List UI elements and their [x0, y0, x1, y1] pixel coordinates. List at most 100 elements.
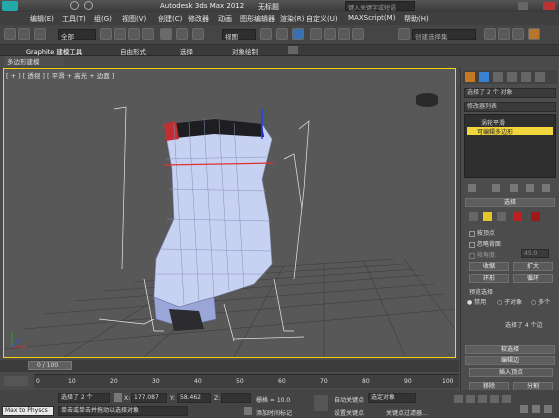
stack-item-turbosmooth[interactable]: 涡轮平滑	[467, 118, 553, 127]
app-logo-icon[interactable]	[2, 1, 18, 11]
undo-button[interactable]	[4, 28, 16, 40]
close-button[interactable]	[543, 2, 555, 10]
tab-graphite-modeling[interactable]: Graphite 建模工具	[26, 46, 82, 56]
prev-frame-icon[interactable]	[466, 395, 475, 403]
next-frame-icon[interactable]	[490, 395, 499, 403]
configure-sets-icon[interactable]	[542, 184, 550, 192]
subtab-polygon-modeling[interactable]: 多边形建模	[4, 56, 64, 66]
tab-object-paint[interactable]: 对象绘制	[232, 46, 258, 56]
menu-rendering[interactable]: 渲染(R)	[280, 14, 304, 24]
key-icon[interactable]	[314, 395, 328, 411]
add-time-tag-label[interactable]: 添加时间标记	[256, 408, 292, 417]
menu-edit[interactable]: 编辑(E)	[30, 14, 54, 24]
menu-view[interactable]: 视图(V)	[122, 14, 146, 24]
layer-manager-icon[interactable]	[512, 28, 524, 40]
menu-modifiers[interactable]: 修改器	[188, 14, 209, 24]
modifier-list-dropdown[interactable]: 修改器列表	[464, 102, 556, 112]
selection-info[interactable]: 选择了 2 个 对象	[464, 88, 556, 98]
shrink-button[interactable]: 收缩	[469, 262, 509, 271]
menu-customize[interactable]: 自定义(U)	[306, 14, 338, 24]
tab-selection[interactable]: 选择	[180, 46, 193, 56]
x-coordinate-field[interactable]: 177.087	[131, 393, 167, 403]
viewport-label[interactable]: [ + ] [ 透视 ] [ 平滑 + 高光 + 边面 ]	[6, 70, 114, 80]
polygon-icon[interactable]	[513, 212, 522, 221]
radio-multi[interactable]: ○ 多个	[531, 297, 550, 306]
radio-subobject[interactable]: ○ 子对象	[497, 297, 522, 306]
search-input[interactable]: 键入关键字或短语	[345, 1, 415, 12]
display-tab-icon[interactable]	[521, 72, 531, 82]
play-icon[interactable]	[478, 395, 487, 403]
by-angle-checkbox[interactable]: 按角度:	[469, 250, 497, 259]
pivot-center-icon[interactable]	[260, 28, 272, 40]
modifier-stack[interactable]: 涡轮平滑 可编辑多边形	[464, 114, 556, 178]
render-icon[interactable]	[528, 28, 540, 40]
menu-maxscript[interactable]: MAXScript(M)	[348, 14, 395, 22]
insert-vertex-button[interactable]: 插入顶点	[469, 368, 553, 377]
maxscript-listener[interactable]: Max to Physcs	[2, 406, 54, 416]
select-object-icon[interactable]	[100, 28, 112, 40]
select-manipulate-icon[interactable]	[276, 28, 288, 40]
selection-rollout-header[interactable]: 选择	[465, 198, 555, 207]
reference-coord-dropdown[interactable]: 视图	[222, 29, 256, 41]
time-slider-thumb[interactable]: 0 / 100	[28, 361, 72, 370]
mini-curve-editor-icon[interactable]	[4, 376, 28, 386]
snaps-toggle-icon[interactable]	[310, 28, 322, 40]
key-filters-button[interactable]: 关键点过滤器...	[386, 408, 428, 417]
motion-tab-icon[interactable]	[507, 72, 517, 82]
goto-end-icon[interactable]	[502, 395, 511, 403]
remove-modifier-icon[interactable]	[526, 184, 534, 192]
rectangle-selection-icon[interactable]	[128, 28, 140, 40]
pan-icon[interactable]	[532, 405, 540, 413]
rotate-icon[interactable]	[176, 28, 188, 40]
hierarchy-tab-icon[interactable]	[493, 72, 503, 82]
link-icon[interactable]	[34, 28, 46, 40]
tab-freeform[interactable]: 自由形式	[120, 46, 146, 56]
grow-button[interactable]: 扩大	[513, 262, 553, 271]
menu-help[interactable]: 帮助(H)	[404, 14, 429, 24]
show-end-result-icon[interactable]	[492, 184, 500, 192]
edit-named-selection-icon[interactable]	[398, 28, 410, 40]
goto-start-icon[interactable]	[454, 395, 463, 403]
select-by-name-icon[interactable]	[114, 28, 126, 40]
menu-animation[interactable]: 动画	[218, 14, 232, 24]
utilities-tab-icon[interactable]	[535, 72, 545, 82]
named-selection-input[interactable]: 创建选择集	[412, 29, 476, 41]
add-time-tag-icon[interactable]	[244, 407, 252, 415]
zoom-icon[interactable]	[520, 405, 528, 413]
ring-button[interactable]: 环形	[469, 274, 509, 283]
edit-edges-rollout[interactable]: 编辑边	[465, 356, 555, 365]
keyboard-shortcut-icon[interactable]	[292, 28, 304, 40]
stack-item-editable-poly[interactable]: 可编辑多边形	[467, 127, 553, 136]
redo-icon[interactable]	[84, 1, 93, 10]
loop-button[interactable]: 循环	[513, 274, 553, 283]
menu-graph-editors[interactable]: 图形编辑器	[240, 14, 275, 24]
percent-snap-icon[interactable]	[338, 28, 350, 40]
minimize-button[interactable]	[518, 2, 528, 10]
lock-selection-icon[interactable]	[114, 393, 122, 402]
scale-icon[interactable]	[192, 28, 204, 40]
angle-snap-icon[interactable]	[324, 28, 336, 40]
make-unique-icon[interactable]	[510, 184, 518, 192]
by-vertex-checkbox[interactable]: 按顶点	[469, 228, 495, 237]
radio-disabled[interactable]: ● 禁用	[467, 297, 486, 306]
auto-key-button[interactable]: 自动关键点	[334, 395, 364, 404]
menu-create[interactable]: 创建(C)	[158, 14, 182, 24]
selection-filter-dropdown[interactable]: 全部	[58, 29, 96, 41]
create-tab-icon[interactable]	[465, 72, 475, 82]
angle-spinner[interactable]: 45.0	[521, 249, 549, 258]
mirror-icon[interactable]	[484, 28, 496, 40]
modify-tab-icon[interactable]	[479, 72, 489, 82]
selected-object-dropdown[interactable]: 选定对象	[368, 393, 416, 403]
ignore-backfacing-checkbox[interactable]: 忽略背面	[469, 239, 501, 248]
redo-button[interactable]	[18, 28, 30, 40]
ribbon-options-icon[interactable]	[288, 46, 298, 54]
element-icon[interactable]	[531, 212, 540, 221]
time-slider[interactable]: 0 / 100	[0, 360, 459, 372]
y-coordinate-field[interactable]: 58.462	[177, 393, 211, 403]
spinner-snap-icon[interactable]	[352, 28, 364, 40]
window-crossing-icon[interactable]	[142, 28, 154, 40]
viewcube-icon[interactable]	[416, 93, 438, 107]
menu-tools[interactable]: 工具(T)	[62, 14, 86, 24]
border-icon[interactable]	[497, 212, 506, 221]
pin-stack-icon[interactable]	[468, 184, 476, 192]
